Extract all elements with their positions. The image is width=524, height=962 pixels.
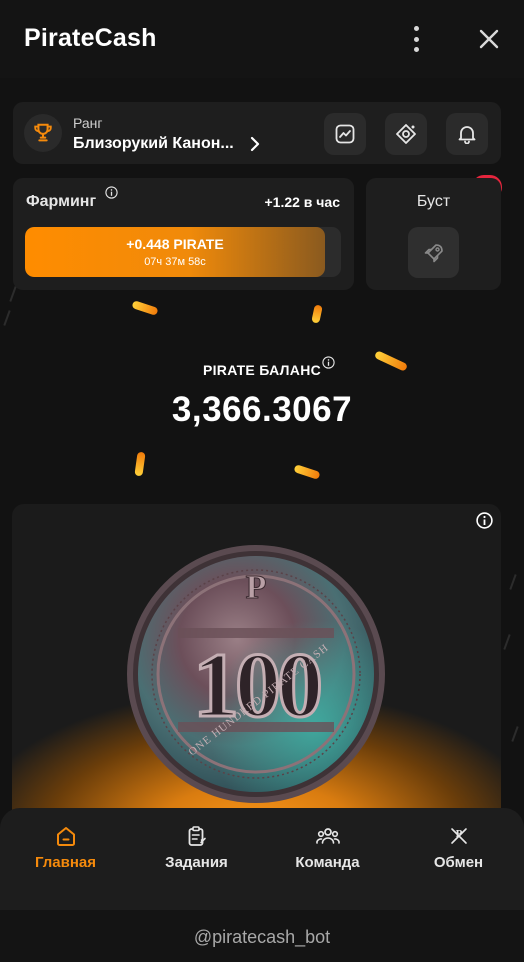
- rank-card[interactable]: Ранг Близорукий Канон...: [13, 102, 501, 164]
- background-decor: [3, 310, 11, 326]
- nav-item-home[interactable]: Главная: [0, 808, 131, 910]
- farming-amount: +0.448 PIRATE: [126, 236, 224, 252]
- nav-item-exchange[interactable]: P Обмен: [393, 808, 524, 910]
- boost-card[interactable]: Буст: [366, 178, 501, 290]
- background-decor: [503, 634, 511, 650]
- farming-title: Фарминг: [26, 193, 97, 210]
- info-icon[interactable]: [476, 512, 493, 529]
- home-icon: [54, 824, 78, 848]
- nav-item-team[interactable]: Команда: [262, 808, 393, 910]
- tasks-icon: [185, 824, 209, 848]
- background-decor: [511, 726, 519, 742]
- exchange-icon: P: [447, 824, 471, 848]
- farming-rate: +1.22 в час: [264, 194, 340, 210]
- bullet-icon: [134, 451, 146, 477]
- footer: @piratecash_bot: [0, 910, 524, 962]
- bottom-navigation: Главная Задания Команда P Обмен: [0, 808, 524, 910]
- info-icon[interactable]: [105, 186, 118, 199]
- stats-button[interactable]: [324, 113, 366, 155]
- close-icon[interactable]: [476, 26, 502, 52]
- bullet-icon: [311, 304, 323, 324]
- bullet-icon: [293, 464, 321, 480]
- rank-name: Близорукий Канон...: [73, 135, 234, 152]
- farming-timer: 07ч 37м 58с: [144, 256, 206, 268]
- nav-label-team: Команда: [295, 854, 360, 871]
- coin-number: 100: [193, 634, 320, 736]
- nav-label-exchange: Обмен: [433, 854, 484, 871]
- more-menu-icon[interactable]: [405, 24, 427, 54]
- balance-label: PIRATE БАЛАНС: [202, 362, 322, 378]
- svg-text:P: P: [455, 828, 462, 840]
- team-icon: [315, 824, 340, 848]
- boost-button[interactable]: [408, 227, 459, 278]
- wallet-button[interactable]: [385, 113, 427, 155]
- coin-top-letter: P: [246, 569, 267, 606]
- nav-item-tasks[interactable]: Задания: [131, 808, 262, 910]
- main-content: Ранг Близорукий Канон... 18: [0, 78, 524, 962]
- nav-label-tasks: Задания: [165, 854, 228, 871]
- rank-label: Ранг: [73, 115, 103, 131]
- background-decor: [509, 574, 517, 590]
- chart-icon: [335, 124, 355, 144]
- coin-target-icon: [396, 124, 416, 144]
- chevron-right-icon: [250, 136, 260, 152]
- rocket-icon: [424, 243, 443, 262]
- app-header: PirateCash: [0, 0, 524, 78]
- bot-handle: @piratecash_bot: [193, 927, 331, 947]
- farming-progress-fill: [25, 227, 326, 277]
- notifications-button[interactable]: [446, 113, 488, 155]
- claim-farming-button[interactable]: +0.448 PIRATE 07ч 37м 58с: [25, 227, 341, 277]
- coin-tap-area[interactable]: P 100 ONE HUNDRED PIRATE CASH: [12, 504, 501, 834]
- trophy-icon: [24, 114, 62, 152]
- bullet-icon: [131, 300, 159, 316]
- background-decor: [9, 286, 17, 302]
- farming-card: Фарминг +1.22 в час +0.448 PIRATE 07ч 37…: [13, 178, 354, 290]
- bell-icon: [458, 126, 476, 144]
- app-title: PirateCash: [24, 24, 157, 52]
- pirate-coin: P 100 ONE HUNDRED PIRATE CASH: [127, 545, 385, 803]
- nav-label-home: Главная: [34, 854, 96, 871]
- info-icon[interactable]: [322, 356, 335, 369]
- boost-title: Буст: [416, 193, 451, 210]
- balance-value: 3,366.3067: [171, 390, 353, 429]
